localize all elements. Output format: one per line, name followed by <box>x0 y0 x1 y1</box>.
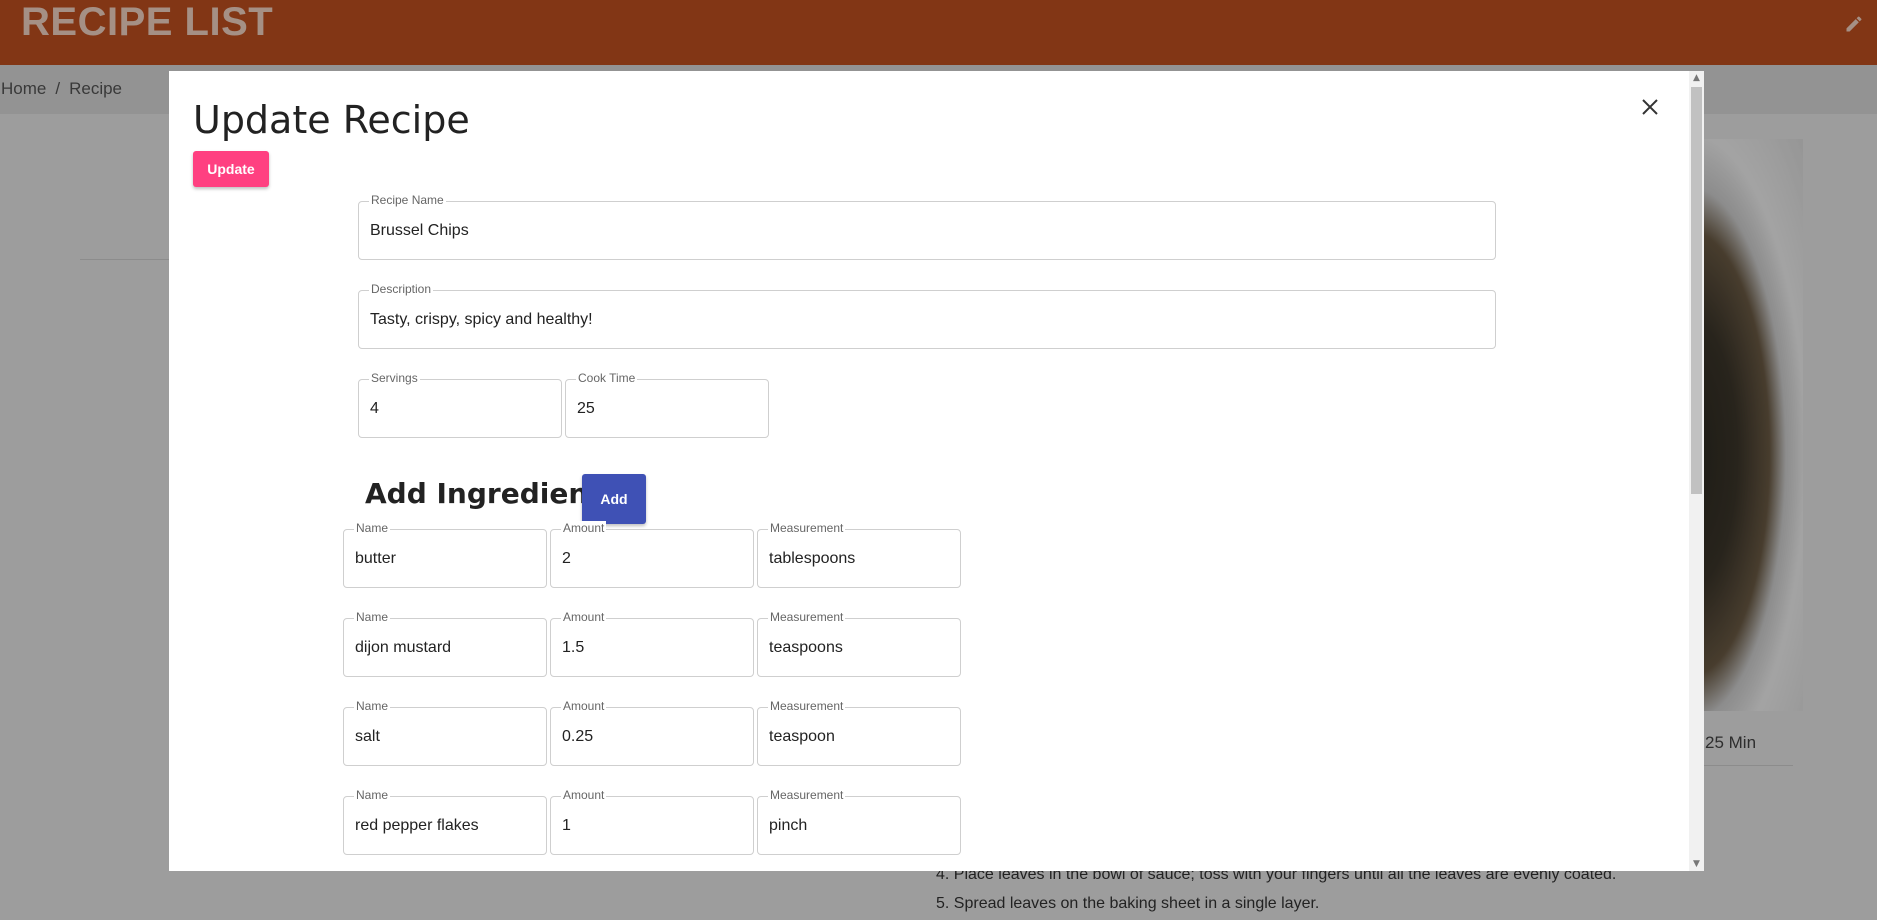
ingredient-measurement-input[interactable] <box>769 550 949 568</box>
ingredient-name-input[interactable] <box>355 550 535 568</box>
ingredient-name-input[interactable] <box>355 639 535 657</box>
description-field: Description <box>358 282 1496 349</box>
field-label: Name <box>354 610 391 624</box>
modal-title: Update Recipe <box>193 98 470 142</box>
field-label: Amount <box>561 699 607 713</box>
add-ingredient-button[interactable]: Add <box>582 474 646 524</box>
field-label: Measurement <box>768 788 846 802</box>
recipe-name-field: Recipe Name <box>358 193 1496 260</box>
ingredient-amount-field: Amount <box>550 610 754 677</box>
ingredient-name-field: Name <box>343 699 547 766</box>
ingredient-amount-input[interactable] <box>562 639 742 657</box>
ingredient-amount-input[interactable] <box>562 550 742 568</box>
ingredient-amount-field: Amount <box>550 521 754 588</box>
ingredient-amount-field: Amount <box>550 699 754 766</box>
servings-field: Servings <box>358 371 562 438</box>
field-label: Measurement <box>768 699 846 713</box>
ingredient-measurement-field: Measurement <box>757 788 961 855</box>
ingredient-name-field: Name <box>343 788 547 855</box>
field-label: Amount <box>561 788 607 802</box>
modal-scrollbar[interactable]: ▲ ▼ <box>1689 71 1704 871</box>
field-label: Amount <box>561 610 607 624</box>
ingredient-measurement-field: Measurement <box>757 699 961 766</box>
close-icon[interactable] <box>1638 95 1662 119</box>
field-label: Recipe Name <box>369 193 446 207</box>
ingredient-amount-input[interactable] <box>562 817 742 835</box>
scroll-thumb[interactable] <box>1691 87 1702 494</box>
update-recipe-modal: Update Recipe Update Recipe Name Descrip… <box>169 71 1704 871</box>
field-label: Name <box>354 788 391 802</box>
field-label: Measurement <box>768 521 846 535</box>
ingredient-measurement-input[interactable] <box>769 639 949 657</box>
field-label: Name <box>354 521 391 535</box>
recipe-name-input[interactable] <box>370 222 1484 240</box>
description-input[interactable] <box>370 311 1484 329</box>
ingredient-measurement-field: Measurement <box>757 521 961 588</box>
ingredient-name-field: Name <box>343 521 547 588</box>
ingredient-measurement-field: Measurement <box>757 610 961 677</box>
field-label: Description <box>369 282 434 296</box>
cook-time-input[interactable] <box>577 400 757 418</box>
field-label: Measurement <box>768 610 846 624</box>
field-label: Name <box>354 699 391 713</box>
ingredient-name-input[interactable] <box>355 817 535 835</box>
ingredient-name-input[interactable] <box>355 728 535 746</box>
ingredient-amount-input[interactable] <box>562 728 742 746</box>
field-label: Servings <box>369 371 420 385</box>
ingredient-measurement-input[interactable] <box>769 817 949 835</box>
scroll-up-icon[interactable]: ▲ <box>1689 71 1704 85</box>
update-button[interactable]: Update <box>193 151 269 187</box>
field-label: Amount <box>561 521 607 535</box>
ingredient-measurement-input[interactable] <box>769 728 949 746</box>
ingredient-amount-field: Amount <box>550 788 754 855</box>
field-label: Cook Time <box>576 371 638 385</box>
scroll-down-icon[interactable]: ▼ <box>1689 857 1704 871</box>
servings-input[interactable] <box>370 400 550 418</box>
ingredient-name-field: Name <box>343 610 547 677</box>
cook-time-field: Cook Time <box>565 371 769 438</box>
